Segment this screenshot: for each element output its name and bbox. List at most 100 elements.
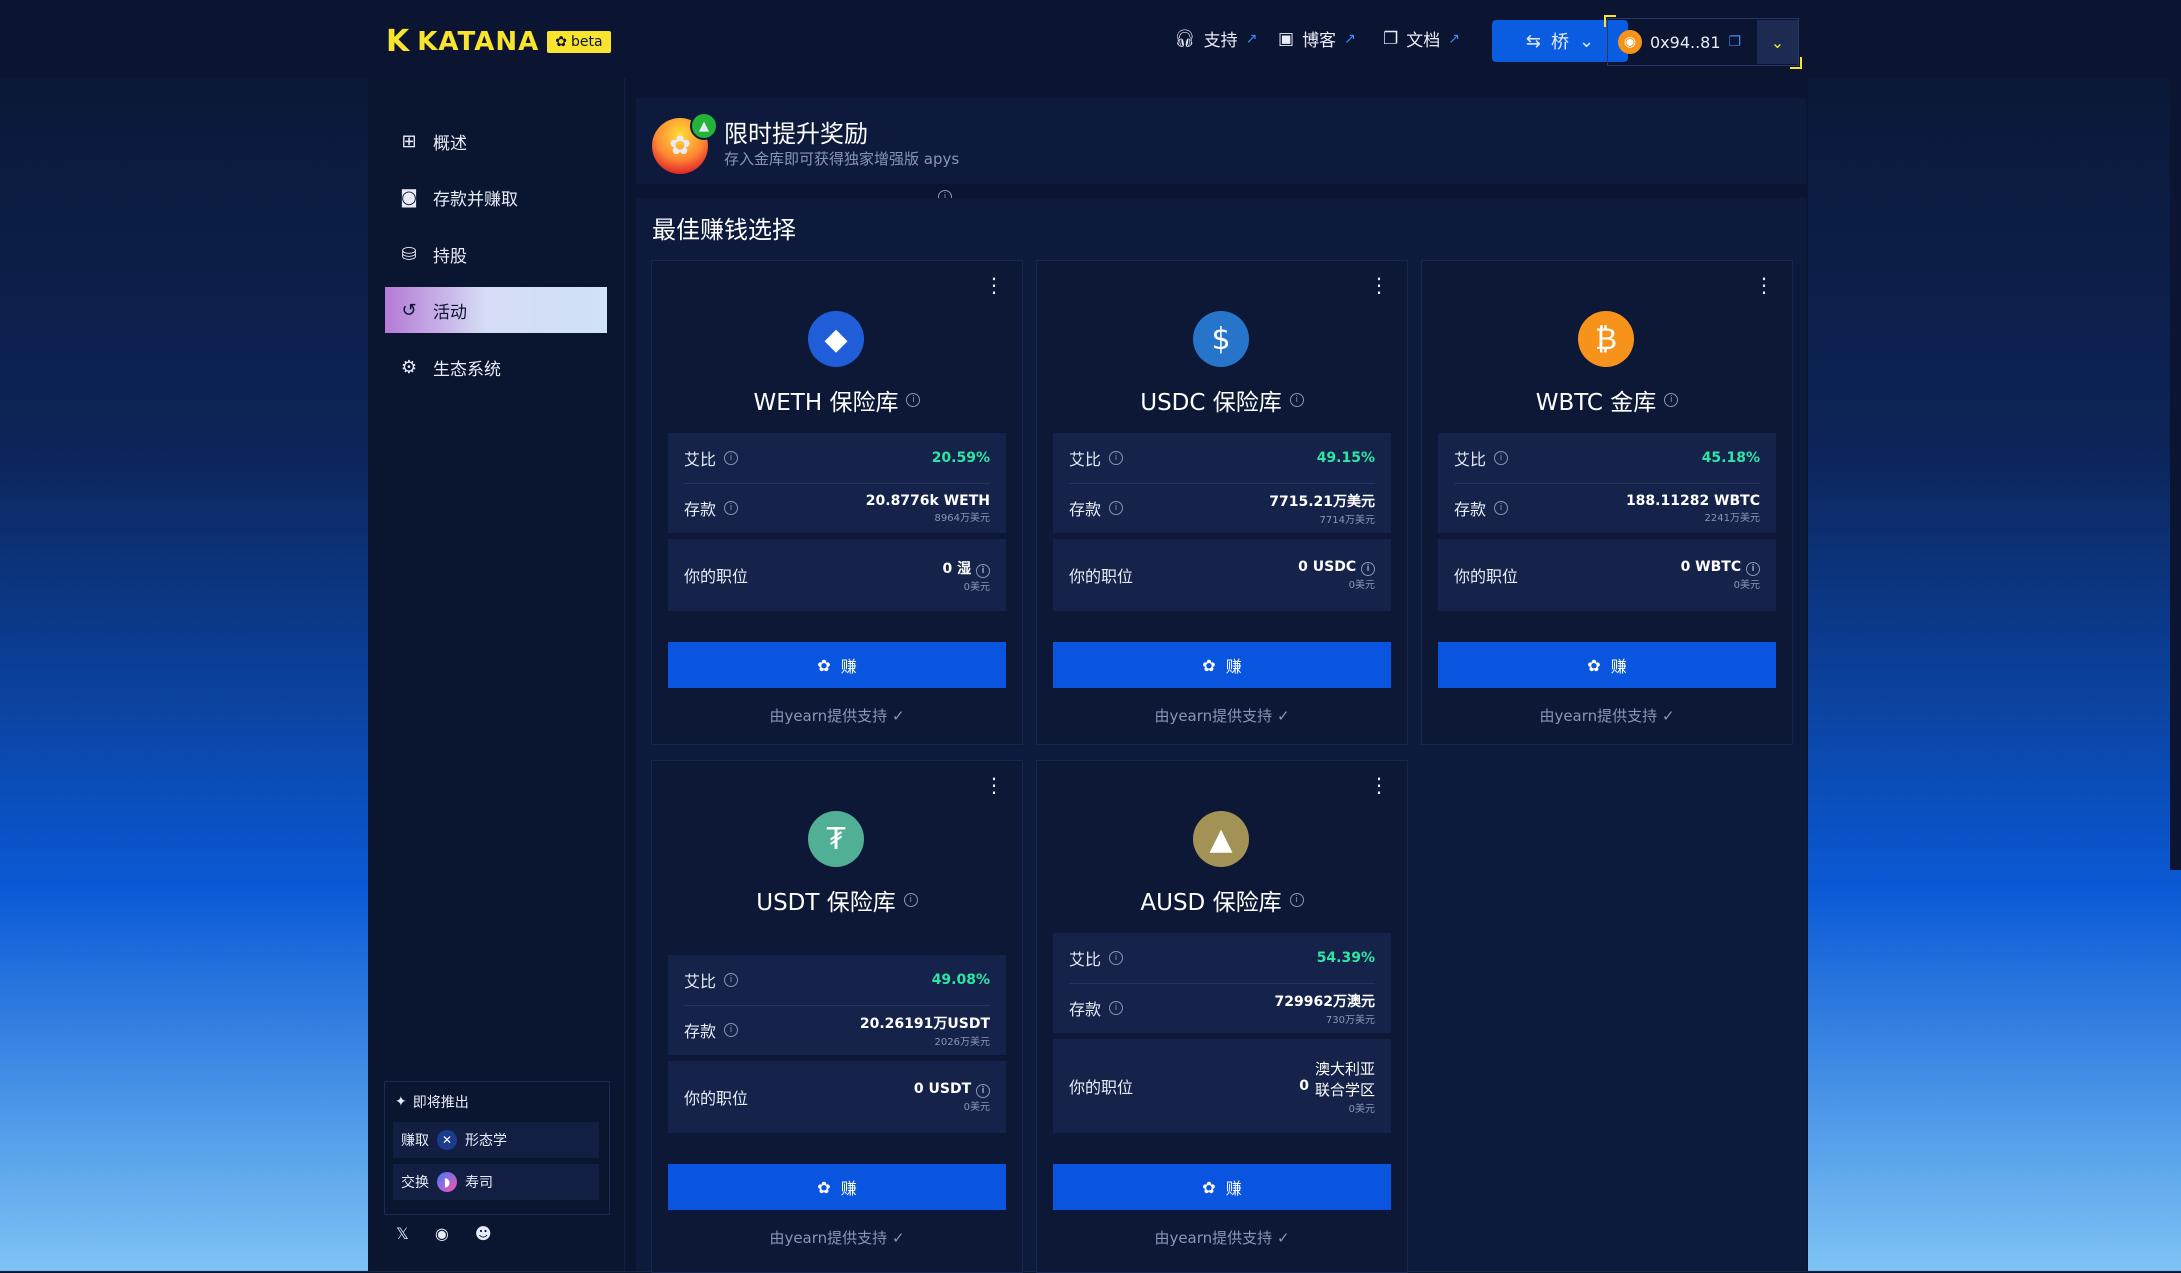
vault-title-label: USDC 保险库 [1140,390,1282,416]
powered-by-label: 由yearn提供支持 [1154,707,1273,725]
info-icon[interactable]: i [1746,562,1760,576]
beta-badge: ✿ beta [547,30,611,53]
sidebar-item-staking[interactable]: ⛁ 持股 i [385,231,952,277]
coming-soon-item-sushi[interactable]: 交换 ◗ 寿司 [393,1164,599,1200]
yearn-icon: ✓ [1276,707,1290,725]
info-icon[interactable]: i [724,1023,739,1037]
yearn-icon: ✓ [891,1229,905,1247]
apr-label: 艾比 [684,450,717,469]
deposit-value: 188.11282 WBTC [1625,492,1760,509]
info-icon[interactable]: i [906,393,921,407]
powered-by-label: 由yearn提供支持 [769,1229,888,1247]
powered-by-yearn[interactable]: 由yearn提供支持 ✓ [1422,705,1792,726]
deposit-value: 20.26191万USDT [859,1015,990,1032]
blog-link[interactable]: ▣ 博客 ↗ [1278,26,1356,52]
info-icon[interactable]: i [1289,893,1304,907]
copy-icon[interactable]: ❐ [1729,34,1742,50]
reddit-icon[interactable]: ☻ [475,1224,492,1243]
apr-row: 艾比 i 49.08% [668,955,1006,1005]
deposit-value: 7715.21万美元 [1269,493,1375,510]
info-icon[interactable]: i [976,1084,990,1098]
grid-icon: ⊞ [401,130,417,152]
vault-title-label: WETH 保险库 [753,390,899,416]
corner-accent [1790,57,1802,69]
info-icon[interactable]: i [903,893,918,907]
wallet-avatar-icon: ◉ [1618,30,1642,54]
more-options-icon[interactable]: ⋮ [1754,273,1774,297]
info-icon[interactable]: i [724,501,739,515]
brand-name: KATANA [417,26,540,57]
sidebar-item-activity[interactable]: ↺ 活动 [385,287,607,333]
position-label: 你的职位 [684,1089,749,1108]
support-link[interactable]: 🎧︎ 支持 ↗ [1174,26,1257,52]
more-options-icon[interactable]: ⋮ [984,273,1004,297]
info-icon[interactable]: i [1109,951,1124,965]
apr-value: 45.18% [1701,450,1760,466]
deposit-value: 20.8776k WETH [865,492,990,509]
sidebar-item-deposit-earn[interactable]: ◙ 存款并赚取 i [385,174,952,220]
brand-logo[interactable]: K KATANA ✿ beta [386,24,611,59]
external-link-icon: ↗ [1344,30,1356,47]
apr-row: 艾比 i 49.15% [1053,433,1391,483]
info-icon[interactable]: i [1109,1001,1124,1015]
earn-button[interactable]: ✿ 赚 [1053,1164,1391,1210]
position-value: 0 WBTC [1680,559,1742,575]
vault-stats: 艾比 i 45.18% 存款 i 188.11282 WBTC 2241万美元 [1438,433,1776,533]
coins-hand-icon: ⛁ [401,243,417,265]
info-icon[interactable]: i [1361,562,1375,576]
docs-link[interactable]: ❐ 文档 ↗ [1383,26,1460,52]
more-options-icon[interactable]: ⋮ [1369,773,1389,797]
vault-stats: 艾比 i 49.15% 存款 i 7715.21万美元 7714万美元 [1053,433,1391,533]
wallet-button[interactable]: ◉ 0x94..81 ❐ ⌄ [1604,15,1802,69]
coming-soon-item-morpho[interactable]: 赚取 ✕ 形态学 [393,1122,599,1158]
boost-banner[interactable]: ✿ ▲ 限时提升奖励 存入金库即可获得独家增强版 apys [636,98,1806,184]
info-icon[interactable]: i [976,563,990,578]
earn-button[interactable]: ✿ 赚 [1053,642,1391,688]
info-icon[interactable]: i [1494,501,1509,515]
info-icon[interactable]: i [1109,451,1124,465]
position-token-line1: 澳大利亚 [1314,1059,1375,1078]
scrollbar[interactable] [2170,0,2181,870]
earn-button[interactable]: ✿ 赚 [668,1164,1006,1210]
mascot-icon: ✿ [1202,1177,1216,1197]
docs-label: 文档 [1406,31,1441,51]
corner-accent [1604,15,1616,27]
info-icon[interactable]: i [724,451,739,465]
x-icon[interactable]: 𝕏 [396,1224,409,1243]
sidebar-item-ecosystem[interactable]: ⚙ 生态系统 [385,344,607,390]
info-icon[interactable]: i [1664,393,1679,407]
mascot-icon: ✿ [1202,655,1216,675]
more-options-icon[interactable]: ⋮ [984,773,1004,797]
info-icon[interactable]: i [724,973,739,987]
yearn-icon: ✓ [891,707,905,725]
apr-row: 艾比 i 54.39% [1053,933,1391,983]
more-options-icon[interactable]: ⋮ [1369,273,1389,297]
wallet-address[interactable]: ◉ 0x94..81 ❐ [1608,30,1757,54]
powered-by-yearn[interactable]: 由yearn提供支持 ✓ [652,1227,1022,1248]
coming-soon-name: 形态学 [465,1133,507,1149]
deposit-label: 存款 [1454,500,1487,519]
deposit-row: 存款 i 7715.21万美元 7714万美元 [1053,483,1391,533]
earn-label: 赚 [1225,657,1242,676]
sidebar-item-overview[interactable]: ⊞ 概述 [385,118,607,164]
earn-button[interactable]: ✿ 赚 [668,642,1006,688]
info-icon[interactable]: i [1494,451,1509,465]
vault-stats: 艾比 i 54.39% 存款 i 729962万澳元 730万美元 [1053,933,1391,1033]
position-label: 你的职位 [1069,567,1134,586]
top-bar [0,0,2181,78]
position-value: 0 [1299,1078,1309,1094]
info-icon[interactable]: i [1109,501,1124,515]
info-icon[interactable]: i [1289,393,1304,407]
powered-by-yearn[interactable]: 由yearn提供支持 ✓ [652,705,1022,726]
powered-by-yearn[interactable]: 由yearn提供支持 ✓ [1037,705,1407,726]
apr-value: 49.15% [1316,450,1375,466]
apr-row: 艾比 i 20.59% [668,433,1006,483]
powered-by-yearn[interactable]: 由yearn提供支持 ✓ [1037,1227,1407,1248]
deposit-row: 存款 i 20.8776k WETH 8964万美元 [668,483,1006,533]
chevron-down-icon: ⌄ [1579,30,1595,52]
position-usd: 0美元 [963,1102,990,1113]
earn-label: 赚 [840,1179,857,1198]
position-value: 0 USDC [1298,559,1357,575]
discord-icon[interactable]: ◉ [435,1224,449,1243]
earn-button[interactable]: ✿ 赚 [1438,642,1776,688]
